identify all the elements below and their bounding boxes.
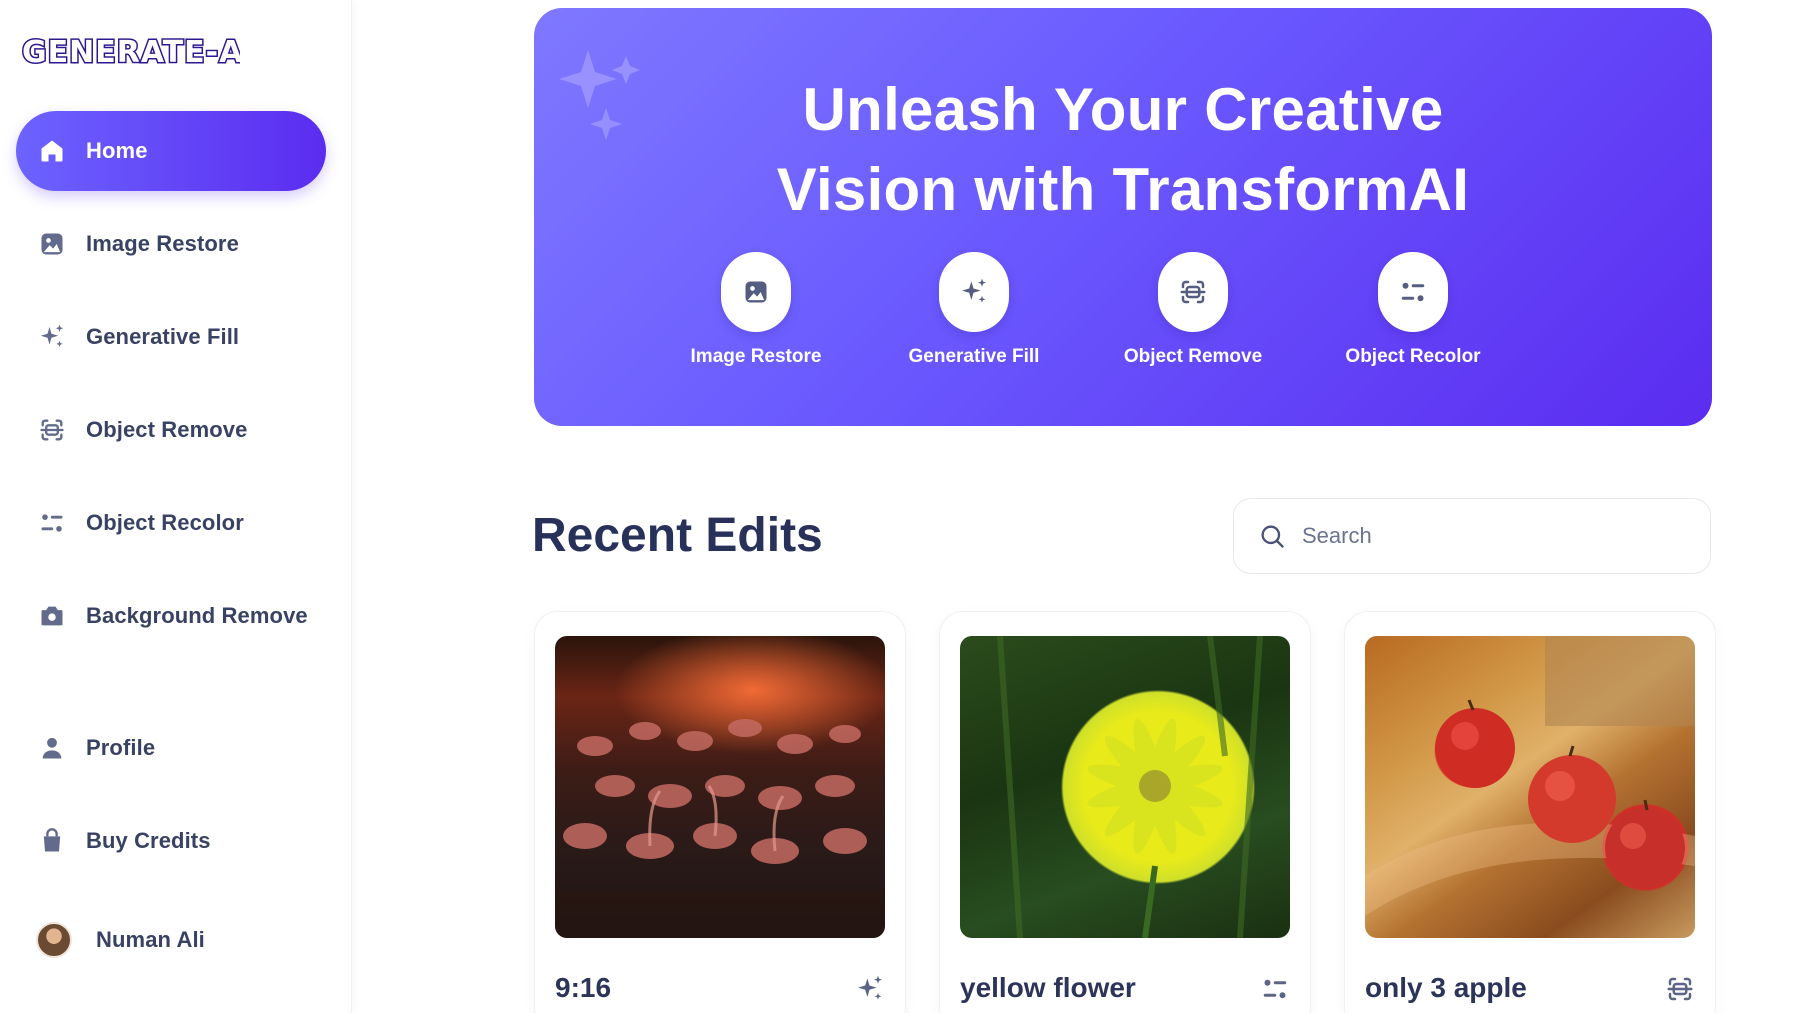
sidebar-item-label: Image Restore	[86, 231, 239, 256]
brand-logo[interactable]: GENERATE-AI	[20, 30, 241, 74]
flower-illustration	[997, 636, 1263, 938]
card-title: only 3 apple	[1365, 972, 1527, 1003]
scan-icon	[36, 414, 68, 446]
sidebar-item-object-remove[interactable]: Object Remove	[16, 390, 326, 470]
sidebar-item-generative-fill[interactable]: Generative Fill	[16, 297, 326, 377]
hero-tool-image-restore[interactable]: Image Restore	[676, 252, 836, 368]
scan-icon	[1180, 280, 1206, 304]
recent-edit-card[interactable]: 9:16	[534, 611, 906, 1013]
hero-tool-label: Generative Fill	[908, 346, 1040, 367]
hero-tool-generative-fill[interactable]: Generative Fill	[894, 252, 1054, 368]
sidebar-item-label: Home	[86, 138, 148, 163]
hero-tool-object-remove[interactable]: Object Remove	[1113, 252, 1273, 368]
image-icon	[745, 281, 767, 303]
sidebar-user-profile[interactable]: Numan Ali	[16, 900, 326, 980]
user-name: Numan Ali	[96, 927, 205, 952]
image-icon	[36, 228, 68, 260]
sidebar-item-profile[interactable]: Profile	[16, 708, 326, 788]
svg-text:GENERATE-AI: GENERATE-AI	[22, 35, 240, 70]
sparkles-icon	[962, 278, 986, 303]
hero-tool-label: Object Remove	[1123, 346, 1263, 367]
camera-icon	[36, 600, 68, 632]
flamingo-illustration	[555, 719, 885, 938]
hero-title-line-1: Unleash Your Creative	[802, 76, 1444, 143]
sidebar-item-label: Object Recolor	[86, 510, 244, 535]
sidebar-item-image-restore[interactable]: Image Restore	[16, 204, 326, 284]
sidebar-item-buy-credits[interactable]: Buy Credits	[16, 801, 326, 881]
home-icon	[36, 135, 68, 167]
sidebar-item-home[interactable]: Home	[16, 111, 326, 191]
user-icon	[36, 732, 68, 764]
sidebar-item-label: Profile	[86, 735, 156, 760]
hero-tool-button[interactable]	[939, 252, 1009, 332]
search-box[interactable]	[1233, 498, 1711, 574]
scan-icon	[1663, 972, 1697, 1006]
sidebar: GENERATE-AI Home Image Restore Generativ…	[0, 0, 352, 1013]
hero-title: Unleash Your Creative Vision with Transf…	[534, 70, 1712, 230]
hero-tool-button[interactable]	[1378, 252, 1448, 332]
card-image-flamingos	[555, 636, 885, 938]
card-title: 9:16	[555, 972, 612, 1003]
recent-edit-card[interactable]: only 3 apple	[1344, 611, 1716, 1013]
card-image-yellow-flower	[960, 636, 1290, 938]
sidebar-item-label: Background Remove	[86, 603, 308, 628]
recent-edit-card[interactable]: yellow flower	[939, 611, 1311, 1013]
logo-wordmark: GENERATE-AI	[21, 34, 241, 72]
sidebar-item-label: Generative Fill	[86, 324, 240, 349]
hero-tool-button[interactable]	[1158, 252, 1228, 332]
hero-tool-object-recolor[interactable]: Object Recolor	[1333, 252, 1493, 368]
search-input[interactable]	[1302, 523, 1682, 549]
filter-icon	[1258, 972, 1292, 1006]
search-icon	[1261, 525, 1284, 548]
recent-edits-title: Recent Edits	[532, 509, 823, 562]
hero-tool-button[interactable]	[721, 252, 791, 332]
sidebar-item-background-remove[interactable]: Background Remove	[16, 576, 326, 656]
filter-icon	[36, 507, 68, 539]
bag-icon	[36, 825, 68, 857]
filter-icon	[1401, 282, 1425, 302]
sidebar-item-label: Buy Credits	[86, 828, 211, 853]
hero-tool-label: Object Recolor	[1345, 346, 1481, 367]
hero-tool-label: Image Restore	[690, 346, 822, 367]
card-title: yellow flower	[960, 972, 1136, 1003]
sidebar-item-label: Object Remove	[86, 417, 248, 442]
sidebar-item-object-recolor[interactable]: Object Recolor	[16, 483, 326, 563]
hero-title-line-2: Vision with TransformAI	[776, 156, 1470, 223]
card-image-apples	[1365, 636, 1695, 938]
sparkles-icon	[853, 972, 887, 1006]
apples-illustration	[1365, 636, 1695, 916]
sparkles-icon	[36, 321, 68, 353]
hero-banner: Unleash Your Creative Vision with Transf…	[534, 8, 1712, 426]
avatar	[36, 922, 72, 958]
